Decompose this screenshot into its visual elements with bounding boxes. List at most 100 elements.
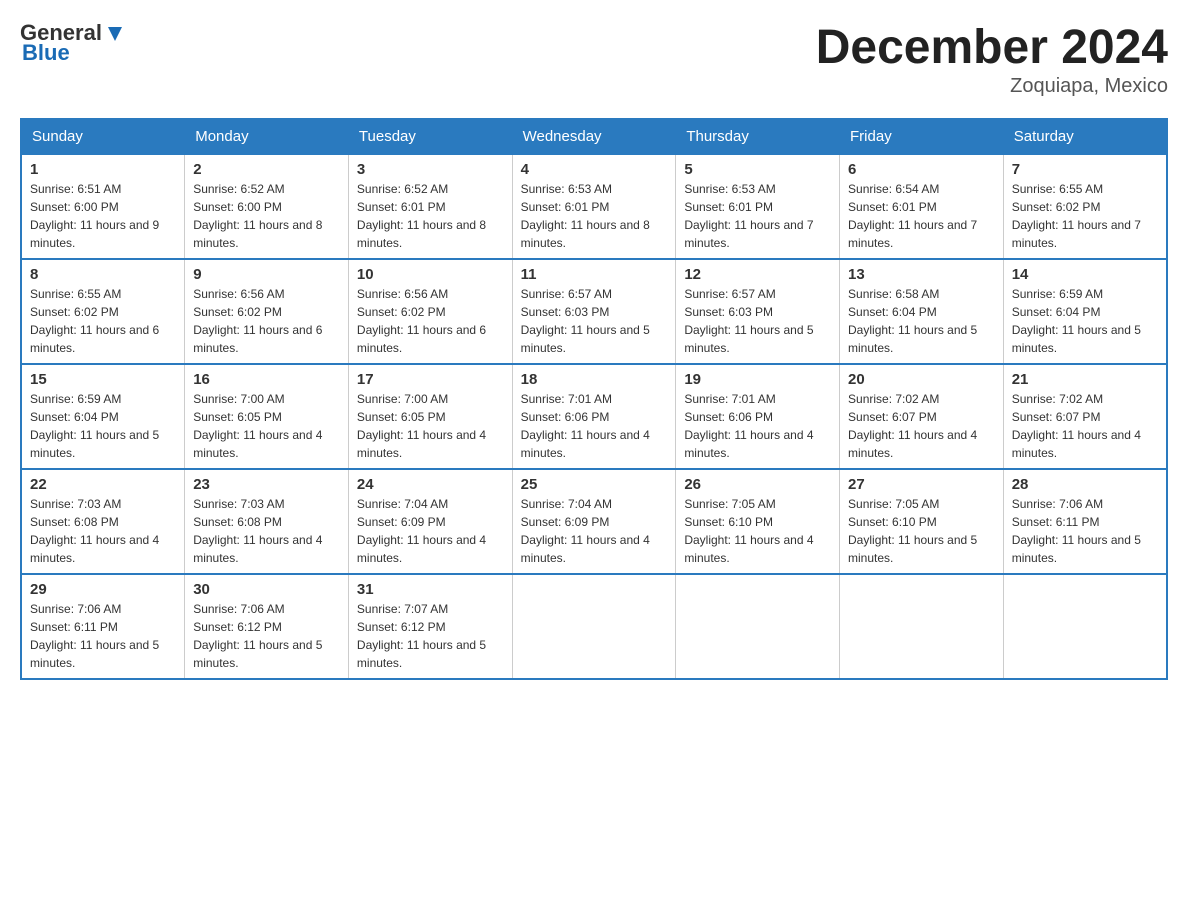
day-number: 28 xyxy=(1012,476,1158,493)
day-number: 26 xyxy=(684,476,831,493)
day-number: 29 xyxy=(30,581,176,598)
calendar-cell: 1 Sunrise: 6:51 AM Sunset: 6:00 PM Dayli… xyxy=(21,154,185,259)
calendar-body: 1 Sunrise: 6:51 AM Sunset: 6:00 PM Dayli… xyxy=(21,154,1167,679)
col-saturday: Saturday xyxy=(1003,119,1167,154)
month-title: December 2024 xyxy=(816,20,1168,75)
day-number: 2 xyxy=(193,161,340,178)
day-info: Sunrise: 7:02 AM Sunset: 6:07 PM Dayligh… xyxy=(1012,390,1158,462)
day-number: 24 xyxy=(357,476,504,493)
day-number: 25 xyxy=(521,476,668,493)
day-info: Sunrise: 6:57 AM Sunset: 6:03 PM Dayligh… xyxy=(684,285,831,357)
col-sunday: Sunday xyxy=(21,119,185,154)
calendar-cell: 13 Sunrise: 6:58 AM Sunset: 6:04 PM Dayl… xyxy=(840,259,1004,364)
calendar-cell: 16 Sunrise: 7:00 AM Sunset: 6:05 PM Dayl… xyxy=(185,364,349,469)
calendar-cell xyxy=(840,574,1004,679)
day-info: Sunrise: 7:02 AM Sunset: 6:07 PM Dayligh… xyxy=(848,390,995,462)
logo: General Blue xyxy=(20,20,126,66)
col-monday: Monday xyxy=(185,119,349,154)
day-number: 4 xyxy=(521,161,668,178)
day-info: Sunrise: 7:06 AM Sunset: 6:11 PM Dayligh… xyxy=(30,600,176,672)
calendar-cell: 26 Sunrise: 7:05 AM Sunset: 6:10 PM Dayl… xyxy=(676,469,840,574)
location: Zoquiapa, Mexico xyxy=(816,75,1168,98)
calendar-cell: 22 Sunrise: 7:03 AM Sunset: 6:08 PM Dayl… xyxy=(21,469,185,574)
page-header: General Blue December 2024 Zoquiapa, Mex… xyxy=(20,20,1168,98)
calendar-cell: 31 Sunrise: 7:07 AM Sunset: 6:12 PM Dayl… xyxy=(348,574,512,679)
calendar-cell xyxy=(1003,574,1167,679)
title-section: December 2024 Zoquiapa, Mexico xyxy=(816,20,1168,98)
calendar-cell: 19 Sunrise: 7:01 AM Sunset: 6:06 PM Dayl… xyxy=(676,364,840,469)
day-number: 12 xyxy=(684,266,831,283)
calendar-cell: 5 Sunrise: 6:53 AM Sunset: 6:01 PM Dayli… xyxy=(676,154,840,259)
day-info: Sunrise: 7:05 AM Sunset: 6:10 PM Dayligh… xyxy=(684,495,831,567)
calendar-week-row: 22 Sunrise: 7:03 AM Sunset: 6:08 PM Dayl… xyxy=(21,469,1167,574)
calendar-cell: 8 Sunrise: 6:55 AM Sunset: 6:02 PM Dayli… xyxy=(21,259,185,364)
day-number: 21 xyxy=(1012,371,1158,388)
calendar-cell: 9 Sunrise: 6:56 AM Sunset: 6:02 PM Dayli… xyxy=(185,259,349,364)
day-number: 5 xyxy=(684,161,831,178)
day-info: Sunrise: 6:59 AM Sunset: 6:04 PM Dayligh… xyxy=(30,390,176,462)
day-number: 19 xyxy=(684,371,831,388)
day-number: 27 xyxy=(848,476,995,493)
calendar-cell: 4 Sunrise: 6:53 AM Sunset: 6:01 PM Dayli… xyxy=(512,154,676,259)
day-info: Sunrise: 6:54 AM Sunset: 6:01 PM Dayligh… xyxy=(848,180,995,252)
calendar-cell: 18 Sunrise: 7:01 AM Sunset: 6:06 PM Dayl… xyxy=(512,364,676,469)
day-number: 14 xyxy=(1012,266,1158,283)
day-info: Sunrise: 7:01 AM Sunset: 6:06 PM Dayligh… xyxy=(521,390,668,462)
day-number: 20 xyxy=(848,371,995,388)
day-number: 22 xyxy=(30,476,176,493)
calendar-week-row: 8 Sunrise: 6:55 AM Sunset: 6:02 PM Dayli… xyxy=(21,259,1167,364)
day-info: Sunrise: 7:05 AM Sunset: 6:10 PM Dayligh… xyxy=(848,495,995,567)
calendar-cell xyxy=(512,574,676,679)
calendar-cell: 17 Sunrise: 7:00 AM Sunset: 6:05 PM Dayl… xyxy=(348,364,512,469)
day-number: 3 xyxy=(357,161,504,178)
calendar-cell: 23 Sunrise: 7:03 AM Sunset: 6:08 PM Dayl… xyxy=(185,469,349,574)
day-info: Sunrise: 6:52 AM Sunset: 6:01 PM Dayligh… xyxy=(357,180,504,252)
calendar-week-row: 15 Sunrise: 6:59 AM Sunset: 6:04 PM Dayl… xyxy=(21,364,1167,469)
logo-triangle-icon xyxy=(104,23,126,45)
day-info: Sunrise: 7:01 AM Sunset: 6:06 PM Dayligh… xyxy=(684,390,831,462)
day-number: 31 xyxy=(357,581,504,598)
calendar-cell xyxy=(676,574,840,679)
day-info: Sunrise: 6:53 AM Sunset: 6:01 PM Dayligh… xyxy=(684,180,831,252)
day-number: 18 xyxy=(521,371,668,388)
calendar-cell: 15 Sunrise: 6:59 AM Sunset: 6:04 PM Dayl… xyxy=(21,364,185,469)
day-info: Sunrise: 7:04 AM Sunset: 6:09 PM Dayligh… xyxy=(521,495,668,567)
calendar-cell: 11 Sunrise: 6:57 AM Sunset: 6:03 PM Dayl… xyxy=(512,259,676,364)
day-info: Sunrise: 6:52 AM Sunset: 6:00 PM Dayligh… xyxy=(193,180,340,252)
calendar-header: Sunday Monday Tuesday Wednesday Thursday… xyxy=(21,119,1167,154)
calendar-week-row: 1 Sunrise: 6:51 AM Sunset: 6:00 PM Dayli… xyxy=(21,154,1167,259)
day-info: Sunrise: 6:59 AM Sunset: 6:04 PM Dayligh… xyxy=(1012,285,1158,357)
calendar-week-row: 29 Sunrise: 7:06 AM Sunset: 6:11 PM Dayl… xyxy=(21,574,1167,679)
day-info: Sunrise: 6:55 AM Sunset: 6:02 PM Dayligh… xyxy=(1012,180,1158,252)
calendar-cell: 29 Sunrise: 7:06 AM Sunset: 6:11 PM Dayl… xyxy=(21,574,185,679)
calendar-cell: 3 Sunrise: 6:52 AM Sunset: 6:01 PM Dayli… xyxy=(348,154,512,259)
day-number: 13 xyxy=(848,266,995,283)
day-info: Sunrise: 7:00 AM Sunset: 6:05 PM Dayligh… xyxy=(357,390,504,462)
day-number: 15 xyxy=(30,371,176,388)
day-number: 11 xyxy=(521,266,668,283)
col-tuesday: Tuesday xyxy=(348,119,512,154)
calendar-cell: 2 Sunrise: 6:52 AM Sunset: 6:00 PM Dayli… xyxy=(185,154,349,259)
day-number: 7 xyxy=(1012,161,1158,178)
day-number: 8 xyxy=(30,266,176,283)
day-info: Sunrise: 6:53 AM Sunset: 6:01 PM Dayligh… xyxy=(521,180,668,252)
day-info: Sunrise: 7:07 AM Sunset: 6:12 PM Dayligh… xyxy=(357,600,504,672)
day-number: 6 xyxy=(848,161,995,178)
col-thursday: Thursday xyxy=(676,119,840,154)
day-info: Sunrise: 6:51 AM Sunset: 6:00 PM Dayligh… xyxy=(30,180,176,252)
logo-blue-text: Blue xyxy=(22,40,70,66)
day-info: Sunrise: 6:58 AM Sunset: 6:04 PM Dayligh… xyxy=(848,285,995,357)
day-info: Sunrise: 6:56 AM Sunset: 6:02 PM Dayligh… xyxy=(193,285,340,357)
calendar-cell: 30 Sunrise: 7:06 AM Sunset: 6:12 PM Dayl… xyxy=(185,574,349,679)
day-info: Sunrise: 6:56 AM Sunset: 6:02 PM Dayligh… xyxy=(357,285,504,357)
day-number: 1 xyxy=(30,161,176,178)
calendar-cell: 7 Sunrise: 6:55 AM Sunset: 6:02 PM Dayli… xyxy=(1003,154,1167,259)
day-number: 9 xyxy=(193,266,340,283)
calendar-cell: 27 Sunrise: 7:05 AM Sunset: 6:10 PM Dayl… xyxy=(840,469,1004,574)
calendar-cell: 28 Sunrise: 7:06 AM Sunset: 6:11 PM Dayl… xyxy=(1003,469,1167,574)
day-info: Sunrise: 7:06 AM Sunset: 6:11 PM Dayligh… xyxy=(1012,495,1158,567)
day-number: 16 xyxy=(193,371,340,388)
calendar-cell: 20 Sunrise: 7:02 AM Sunset: 6:07 PM Dayl… xyxy=(840,364,1004,469)
day-info: Sunrise: 7:04 AM Sunset: 6:09 PM Dayligh… xyxy=(357,495,504,567)
day-number: 23 xyxy=(193,476,340,493)
